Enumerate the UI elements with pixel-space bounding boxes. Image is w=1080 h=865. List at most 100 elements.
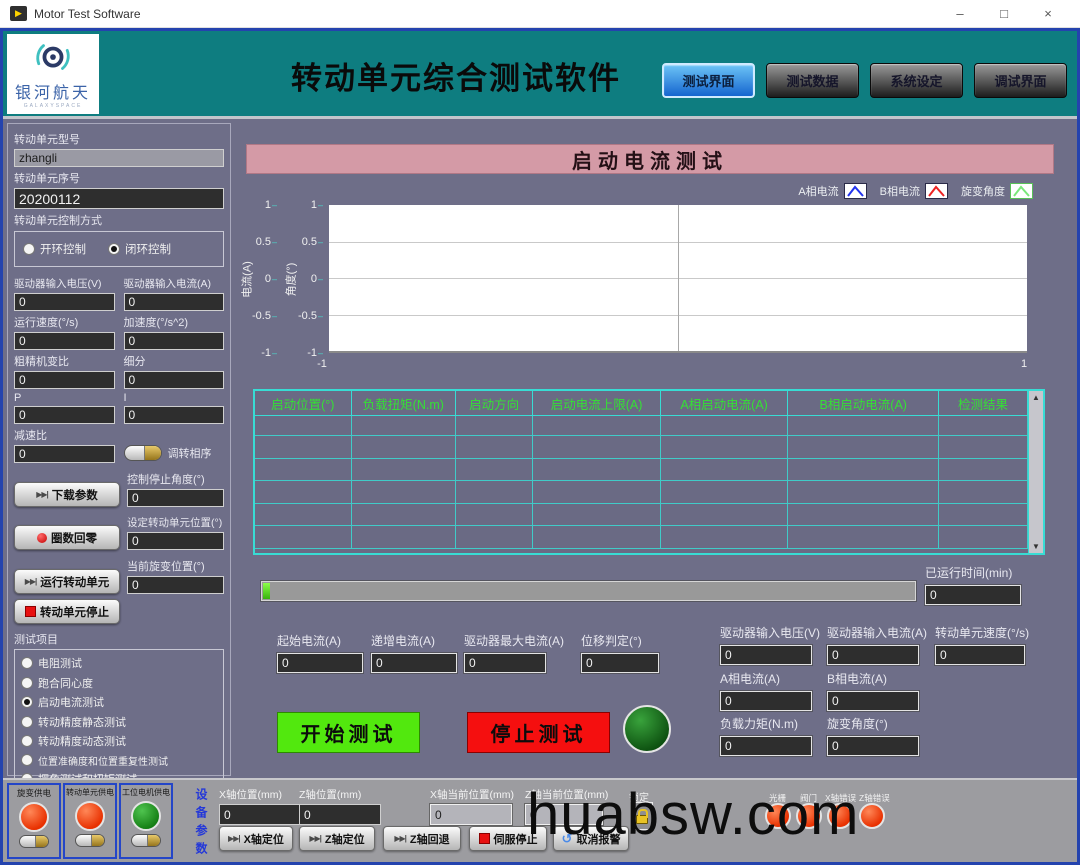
col-header-phase-a-current[interactable]: A相启动电流(A) <box>661 391 789 416</box>
table-cell[interactable] <box>456 459 533 482</box>
table-cell[interactable] <box>352 504 456 527</box>
table-scrollbar[interactable]: ▲ ▼ <box>1028 391 1043 553</box>
stop-test-button[interactable]: 停止测试 <box>467 712 610 753</box>
table-cell[interactable] <box>533 481 661 504</box>
maximize-button[interactable]: □ <box>982 1 1026 27</box>
p-input[interactable]: 0 <box>14 406 115 424</box>
tab-test-interface[interactable]: 测试界面 <box>662 63 755 98</box>
table-cell[interactable] <box>661 436 789 459</box>
radio-open-loop[interactable]: 开环控制 <box>23 241 86 257</box>
col-header-current-limit[interactable]: 启动电流上限(A) <box>533 391 661 416</box>
scroll-down-icon[interactable]: ▼ <box>1032 542 1040 551</box>
cancel-alarm-button[interactable]: ↺ 取消报警 <box>553 826 629 851</box>
tab-test-data[interactable]: 测试数据 <box>766 63 859 98</box>
max-current-input[interactable]: 0 <box>464 653 546 673</box>
unit-model-input[interactable]: zhangli <box>14 149 224 167</box>
table-cell[interactable] <box>939 481 1028 504</box>
test-item-position-repeatability[interactable]: 位置准确度和位置重复性测试 <box>21 753 217 768</box>
table-cell[interactable] <box>533 504 661 527</box>
table-cell[interactable] <box>788 459 939 482</box>
table-cell[interactable] <box>352 414 456 437</box>
run-unit-button[interactable]: ▶▶| 运行转动单元 <box>14 569 120 594</box>
phase-order-toggle[interactable] <box>124 445 162 461</box>
table-cell[interactable] <box>661 459 789 482</box>
table-cell[interactable] <box>939 526 1028 549</box>
subdivision-input[interactable]: 0 <box>124 371 225 389</box>
unit-serial-input[interactable]: 20200112 <box>14 188 224 209</box>
start-current-input[interactable]: 0 <box>277 653 363 673</box>
close-button[interactable]: × <box>1026 1 1070 27</box>
drive-voltage-input[interactable]: 0 <box>14 293 115 311</box>
test-item-start-current[interactable]: 启动电流测试 <box>21 694 217 710</box>
drive-current-input[interactable]: 0 <box>124 293 225 311</box>
table-cell[interactable] <box>352 526 456 549</box>
radio-closed-loop[interactable]: 闭环控制 <box>108 241 171 257</box>
table-cell[interactable] <box>456 481 533 504</box>
unit-stop-button[interactable]: 转动单元停止 <box>14 599 120 624</box>
table-cell[interactable] <box>255 459 352 482</box>
table-cell[interactable] <box>456 436 533 459</box>
z-axis-position-input[interactable]: 0 <box>299 804 381 825</box>
minimize-button[interactable]: – <box>938 1 982 27</box>
table-cell[interactable] <box>352 459 456 482</box>
current-resolver-input[interactable]: 0 <box>127 576 224 594</box>
x-axis-locate-button[interactable]: ▶▶| X轴定位 <box>219 826 293 851</box>
start-test-button[interactable]: 开始测试 <box>277 712 420 753</box>
table-cell[interactable] <box>255 526 352 549</box>
turns-zero-button[interactable]: 圈数回零 <box>14 525 120 550</box>
reduction-ratio-input[interactable]: 0 <box>14 445 115 463</box>
table-cell[interactable] <box>255 436 352 459</box>
legend-resolver-angle[interactable]: 旋变角度 <box>961 183 1033 199</box>
z-axis-locate-button[interactable]: ▶▶| Z轴定位 <box>299 826 375 851</box>
table-cell[interactable] <box>533 526 661 549</box>
increment-current-input[interactable]: 0 <box>371 653 457 673</box>
table-cell[interactable] <box>456 526 533 549</box>
table-cell[interactable] <box>788 504 939 527</box>
table-cell[interactable] <box>533 414 661 437</box>
tab-system-settings[interactable]: 系统设定 <box>870 63 963 98</box>
table-cell[interactable] <box>661 481 789 504</box>
col-header-start-position[interactable]: 启动位置(°) <box>255 391 352 416</box>
lock-indicator[interactable] <box>631 802 653 830</box>
col-header-result[interactable]: 检测结果 <box>939 391 1028 416</box>
servo-stop-button[interactable]: 伺服停止 <box>469 826 547 851</box>
table-cell[interactable] <box>533 459 661 482</box>
table-cell[interactable] <box>255 481 352 504</box>
table-cell[interactable] <box>661 414 789 437</box>
table-cell[interactable] <box>788 481 939 504</box>
download-params-button[interactable]: ▶▶| 下载参数 <box>14 482 120 507</box>
table-cell[interactable] <box>788 436 939 459</box>
table-cell[interactable] <box>939 459 1028 482</box>
table-cell[interactable] <box>255 504 352 527</box>
table-cell[interactable] <box>352 481 456 504</box>
resolver-power-toggle[interactable] <box>19 835 49 848</box>
table-cell[interactable] <box>352 436 456 459</box>
test-item-resistance[interactable]: 电阻测试 <box>21 655 217 671</box>
table-cell[interactable] <box>939 414 1028 437</box>
table-cell[interactable] <box>661 504 789 527</box>
col-header-load-torque[interactable]: 负载扭矩(N.m) <box>352 391 456 416</box>
i-input[interactable]: 0 <box>124 406 225 424</box>
col-header-phase-b-current[interactable]: B相启动电流(A) <box>788 391 939 416</box>
displacement-judge-input[interactable]: 0 <box>581 653 659 673</box>
table-cell[interactable] <box>661 526 789 549</box>
col-header-start-direction[interactable]: 启动方向 <box>456 391 533 416</box>
unit-power-toggle[interactable] <box>75 834 105 847</box>
test-item-dynamic-accuracy[interactable]: 转动精度动态测试 <box>21 733 217 749</box>
table-cell[interactable] <box>788 526 939 549</box>
table-cell[interactable] <box>939 436 1028 459</box>
acceleration-input[interactable]: 0 <box>124 332 225 350</box>
scroll-up-icon[interactable]: ▲ <box>1032 393 1040 402</box>
table-cell[interactable] <box>788 414 939 437</box>
set-position-input[interactable]: 0 <box>127 532 224 550</box>
test-item-static-accuracy[interactable]: 转动精度静态测试 <box>21 714 217 730</box>
z-axis-retract-button[interactable]: ▶▶| Z轴回退 <box>383 826 461 851</box>
table-cell[interactable] <box>939 504 1028 527</box>
legend-phase-b[interactable]: B相电流 <box>880 183 948 199</box>
run-speed-input[interactable]: 0 <box>14 332 115 350</box>
legend-phase-a[interactable]: A相电流 <box>798 183 866 199</box>
gear-ratio-input[interactable]: 0 <box>14 371 115 389</box>
test-item-runin-concentricity[interactable]: 跑合同心度 <box>21 675 217 691</box>
table-cell[interactable] <box>456 414 533 437</box>
waveform-chart[interactable] <box>329 205 1027 353</box>
